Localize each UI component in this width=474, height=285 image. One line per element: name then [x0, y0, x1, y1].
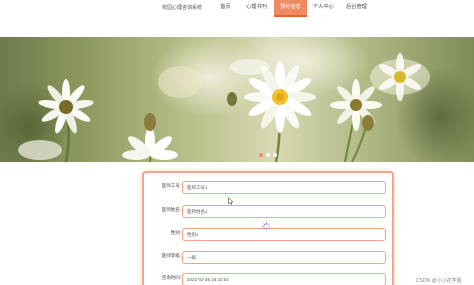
nav-home[interactable]: 首页 [212, 0, 239, 17]
loading-spinner-icon [262, 222, 271, 231]
field-label: 医师工号: [161, 183, 181, 188]
nav-psychology-books[interactable]: 心理书刊 [239, 0, 274, 17]
form-row-doctor-level: 医师等级: [146, 249, 390, 267]
field-label: 医师等级: [161, 253, 181, 258]
gender-field[interactable] [182, 228, 386, 241]
top-navigation: 校园心理咨询系统 首页 心理书刊 预约信息 个人中心 后台管理 [0, 0, 474, 17]
carousel-dot-3[interactable] [273, 153, 277, 157]
banner-image [0, 37, 474, 162]
watermark: CSDN @小小花学姐 [416, 278, 462, 284]
form-row-doctor-name: 医师姓名: [146, 203, 390, 221]
form-row-doctor-id: 医师工号: [146, 179, 390, 197]
carousel-dot-1[interactable] [259, 153, 263, 157]
field-label: 咨询时间: [161, 275, 181, 280]
doctor-id-field[interactable] [182, 181, 386, 194]
nav-appointment-info[interactable]: 预约信息 [274, 0, 307, 17]
field-label: 性别: [170, 230, 181, 235]
field-label: 医师姓名: [161, 207, 181, 212]
doctor-name-field[interactable] [182, 205, 386, 218]
form-row-consult-time: 咨询时间: [146, 271, 390, 285]
carousel-indicators [258, 152, 280, 158]
consult-time-field[interactable] [182, 273, 386, 285]
mouse-cursor-icon [228, 197, 234, 205]
doctor-level-field[interactable] [182, 251, 386, 264]
nav-admin[interactable]: 后台管理 [340, 0, 373, 17]
banner-carousel[interactable] [0, 37, 474, 162]
site-title: 校园心理咨询系统 [162, 5, 203, 11]
nav-personal-center[interactable]: 个人中心 [307, 0, 340, 17]
carousel-dot-2[interactable] [266, 153, 270, 157]
